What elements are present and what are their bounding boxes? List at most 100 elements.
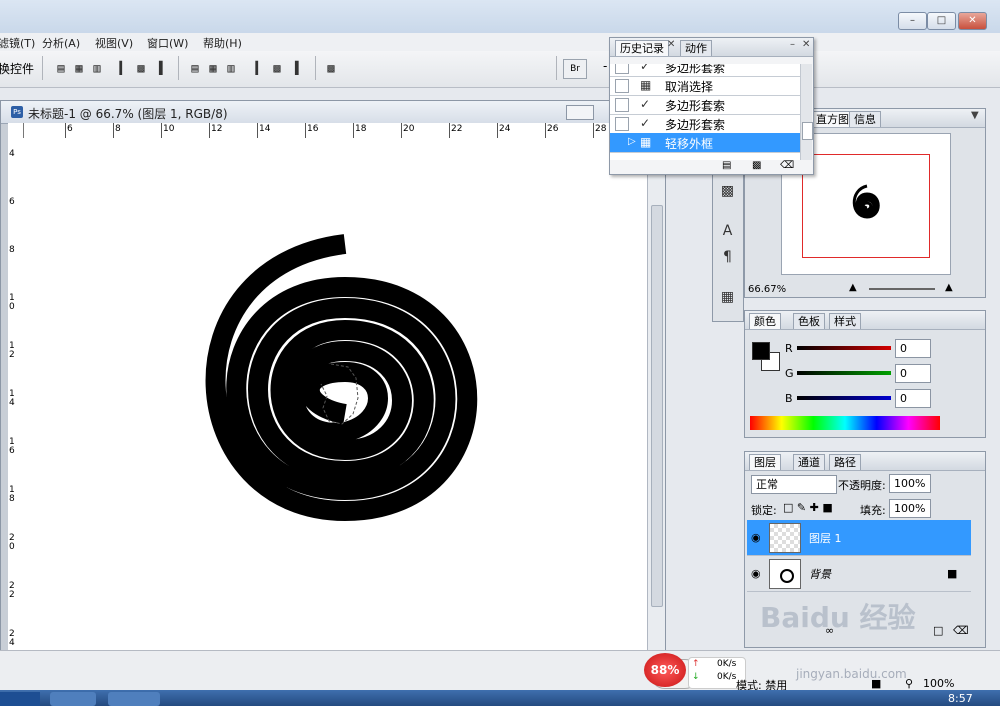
align-left-icon[interactable]: ▍ — [114, 60, 132, 76]
transform-controls-label[interactable]: 换控件 — [0, 60, 34, 77]
navigator-zoom[interactable]: 66.67% — [748, 284, 786, 295]
zoom-level[interactable]: 100% — [923, 677, 954, 690]
align-bottom-icon[interactable]: ▥ — [88, 60, 106, 76]
document-window: Ps 未标题-1 @ 66.7% (图层 1, RGB/8) 6 8 10 12 14 1… — [0, 100, 666, 652]
history-panel-close-icon[interactable]: ✕ — [802, 39, 810, 50]
layer-row-1[interactable]: ◉ 图层 1 — [747, 520, 971, 556]
tab-history[interactable]: 历史记录 — [615, 40, 669, 56]
align-hcenter-icon[interactable]: ▩ — [132, 60, 150, 76]
distribute-bottom-icon[interactable]: ▥ — [222, 60, 240, 76]
history-item-label: 多边形套索 — [665, 118, 726, 132]
align-right-icon[interactable]: ▐ — [150, 60, 168, 76]
fill-field[interactable]: 100% — [889, 499, 931, 518]
history-item-5[interactable]: ▷ ▦ 轻移外框 — [610, 133, 800, 153]
delete-layer-icon[interactable]: ⌫ — [953, 624, 969, 637]
tab-channels[interactable]: 通道 — [793, 454, 825, 470]
green-value-field[interactable]: 0 — [895, 364, 931, 383]
character-dock-icon[interactable]: A — [717, 221, 738, 241]
history-scrollbar[interactable] — [800, 64, 813, 160]
bridge-icon[interactable]: Br — [563, 59, 587, 79]
layer-visibility-eye-icon[interactable]: ◉ — [751, 531, 761, 544]
align-vcenter-icon[interactable]: ▦ — [70, 60, 88, 76]
tab-actions[interactable]: 动作 — [680, 40, 712, 56]
taskbar: 8:57 — [0, 690, 1000, 706]
lasso-icon: ✓ — [640, 64, 651, 73]
history-item-3[interactable]: ✓ 多边形套索 — [610, 95, 800, 115]
h-ruler-tick-mark — [353, 123, 354, 138]
history-item-2[interactable]: ▦ 取消选择 — [610, 76, 800, 96]
foreground-color-swatch[interactable] — [752, 342, 770, 360]
paragraph-dock-icon[interactable]: ¶ — [717, 247, 738, 267]
start-button[interactable] — [0, 692, 40, 706]
history-snapshot-checkbox[interactable] — [615, 64, 629, 74]
menu-window[interactable]: 窗口(W) — [147, 35, 188, 51]
history-snapshot-checkbox[interactable] — [615, 98, 629, 112]
history-snapshot-checkbox[interactable] — [615, 79, 629, 93]
zoom-out-icon[interactable]: ▲ — [849, 282, 857, 293]
layer-1-name[interactable]: 图层 1 — [809, 530, 842, 546]
distribute-top-icon[interactable]: ▤ — [186, 60, 204, 76]
menu-view[interactable]: 视图(V) — [95, 35, 133, 51]
history-tab-close-icon[interactable]: ✕ — [667, 39, 675, 50]
tab-styles[interactable]: 样式 — [829, 313, 861, 329]
blue-slider[interactable] — [797, 396, 891, 400]
maximize-button[interactable]: □ — [927, 12, 956, 30]
taskbar-ie-button[interactable] — [50, 692, 96, 706]
auto-align-icon[interactable]: ▩ — [322, 60, 340, 76]
blue-value-field[interactable]: 0 — [895, 389, 931, 408]
distribute-hcenter-icon[interactable]: ▩ — [268, 60, 286, 76]
lock-icons[interactable]: □ ✎ ✚ ■ — [783, 501, 833, 514]
history-dock-icon[interactable]: ▩ — [717, 181, 738, 201]
taskbar-app-button[interactable] — [108, 692, 160, 706]
snapshot-icon[interactable]: ▩ — [752, 160, 761, 171]
tab-layers[interactable]: 图层 — [749, 454, 781, 470]
vertical-scrollbar[interactable] — [647, 123, 665, 651]
red-value-field[interactable]: 0 — [895, 339, 931, 358]
tab-color[interactable]: 颜色 — [749, 313, 781, 329]
layer-comps-dock-icon[interactable]: ▦ — [717, 287, 738, 307]
color-spectrum-bar[interactable] — [750, 416, 940, 430]
cpu-meter-badge[interactable]: 88% — [644, 653, 686, 687]
history-scroll-thumb[interactable] — [802, 122, 813, 140]
tab-paths[interactable]: 路径 — [829, 454, 861, 470]
opacity-field[interactable]: 100% — [889, 474, 931, 493]
fill-label: 填充: — [860, 504, 886, 517]
h-ruler-tick-mark — [209, 123, 210, 138]
download-arrow-icon: ↓ — [692, 672, 700, 682]
canvas[interactable] — [23, 138, 647, 651]
tab-swatches[interactable]: 色板 — [793, 313, 825, 329]
green-slider[interactable] — [797, 371, 891, 375]
blend-mode-select[interactable]: 正常 — [751, 475, 837, 494]
layer-row-background[interactable]: ◉ 背景 ■ — [747, 556, 971, 592]
ruler-origin[interactable] — [8, 123, 24, 139]
distribute-left-icon[interactable]: ▍ — [250, 60, 268, 76]
align-top-icon[interactable]: ▤ — [52, 60, 70, 76]
zoom-in-icon[interactable]: ▲ — [945, 282, 953, 293]
menu-filter[interactable]: 滤镜(T) — [0, 35, 35, 51]
scroll-thumb[interactable] — [651, 205, 663, 607]
distribute-right-icon[interactable]: ▐ — [286, 60, 304, 76]
background-layer-name[interactable]: 背景 — [809, 566, 831, 582]
distribute-vcenter-icon[interactable]: ▦ — [204, 60, 222, 76]
history-snapshot-checkbox[interactable] — [615, 117, 629, 131]
tab-histogram[interactable]: 直方图 — [811, 111, 854, 127]
panel-menu-icon[interactable]: ▼ — [971, 110, 979, 121]
background-visibility-eye-icon[interactable]: ◉ — [751, 567, 761, 580]
doc-minimize-button[interactable] — [566, 105, 594, 120]
menu-analysis[interactable]: 分析(A) — [42, 35, 80, 51]
history-item-4[interactable]: ✓ 多边形套索 — [610, 114, 800, 134]
new-document-from-state-icon[interactable]: ▤ — [722, 160, 731, 171]
workspace-icon[interactable]: - — [603, 59, 607, 73]
zoom-slider[interactable] — [869, 288, 935, 290]
layers-panel-header: 图层 通道 路径 — [745, 452, 985, 471]
close-button[interactable]: ✕ — [958, 12, 987, 30]
menu-help[interactable]: 帮助(H) — [203, 35, 242, 51]
v-ruler-tick: 6 — [9, 197, 15, 207]
red-slider[interactable] — [797, 346, 891, 350]
history-panel-minimize-icon[interactable]: – — [790, 39, 795, 50]
tab-info[interactable]: 信息 — [849, 111, 881, 127]
trash-icon[interactable]: ⌫ — [780, 160, 794, 171]
minimize-button[interactable]: – — [898, 12, 927, 30]
v-ruler-tick: 20 — [9, 533, 15, 552]
new-layer-icon[interactable]: □ — [933, 624, 943, 637]
